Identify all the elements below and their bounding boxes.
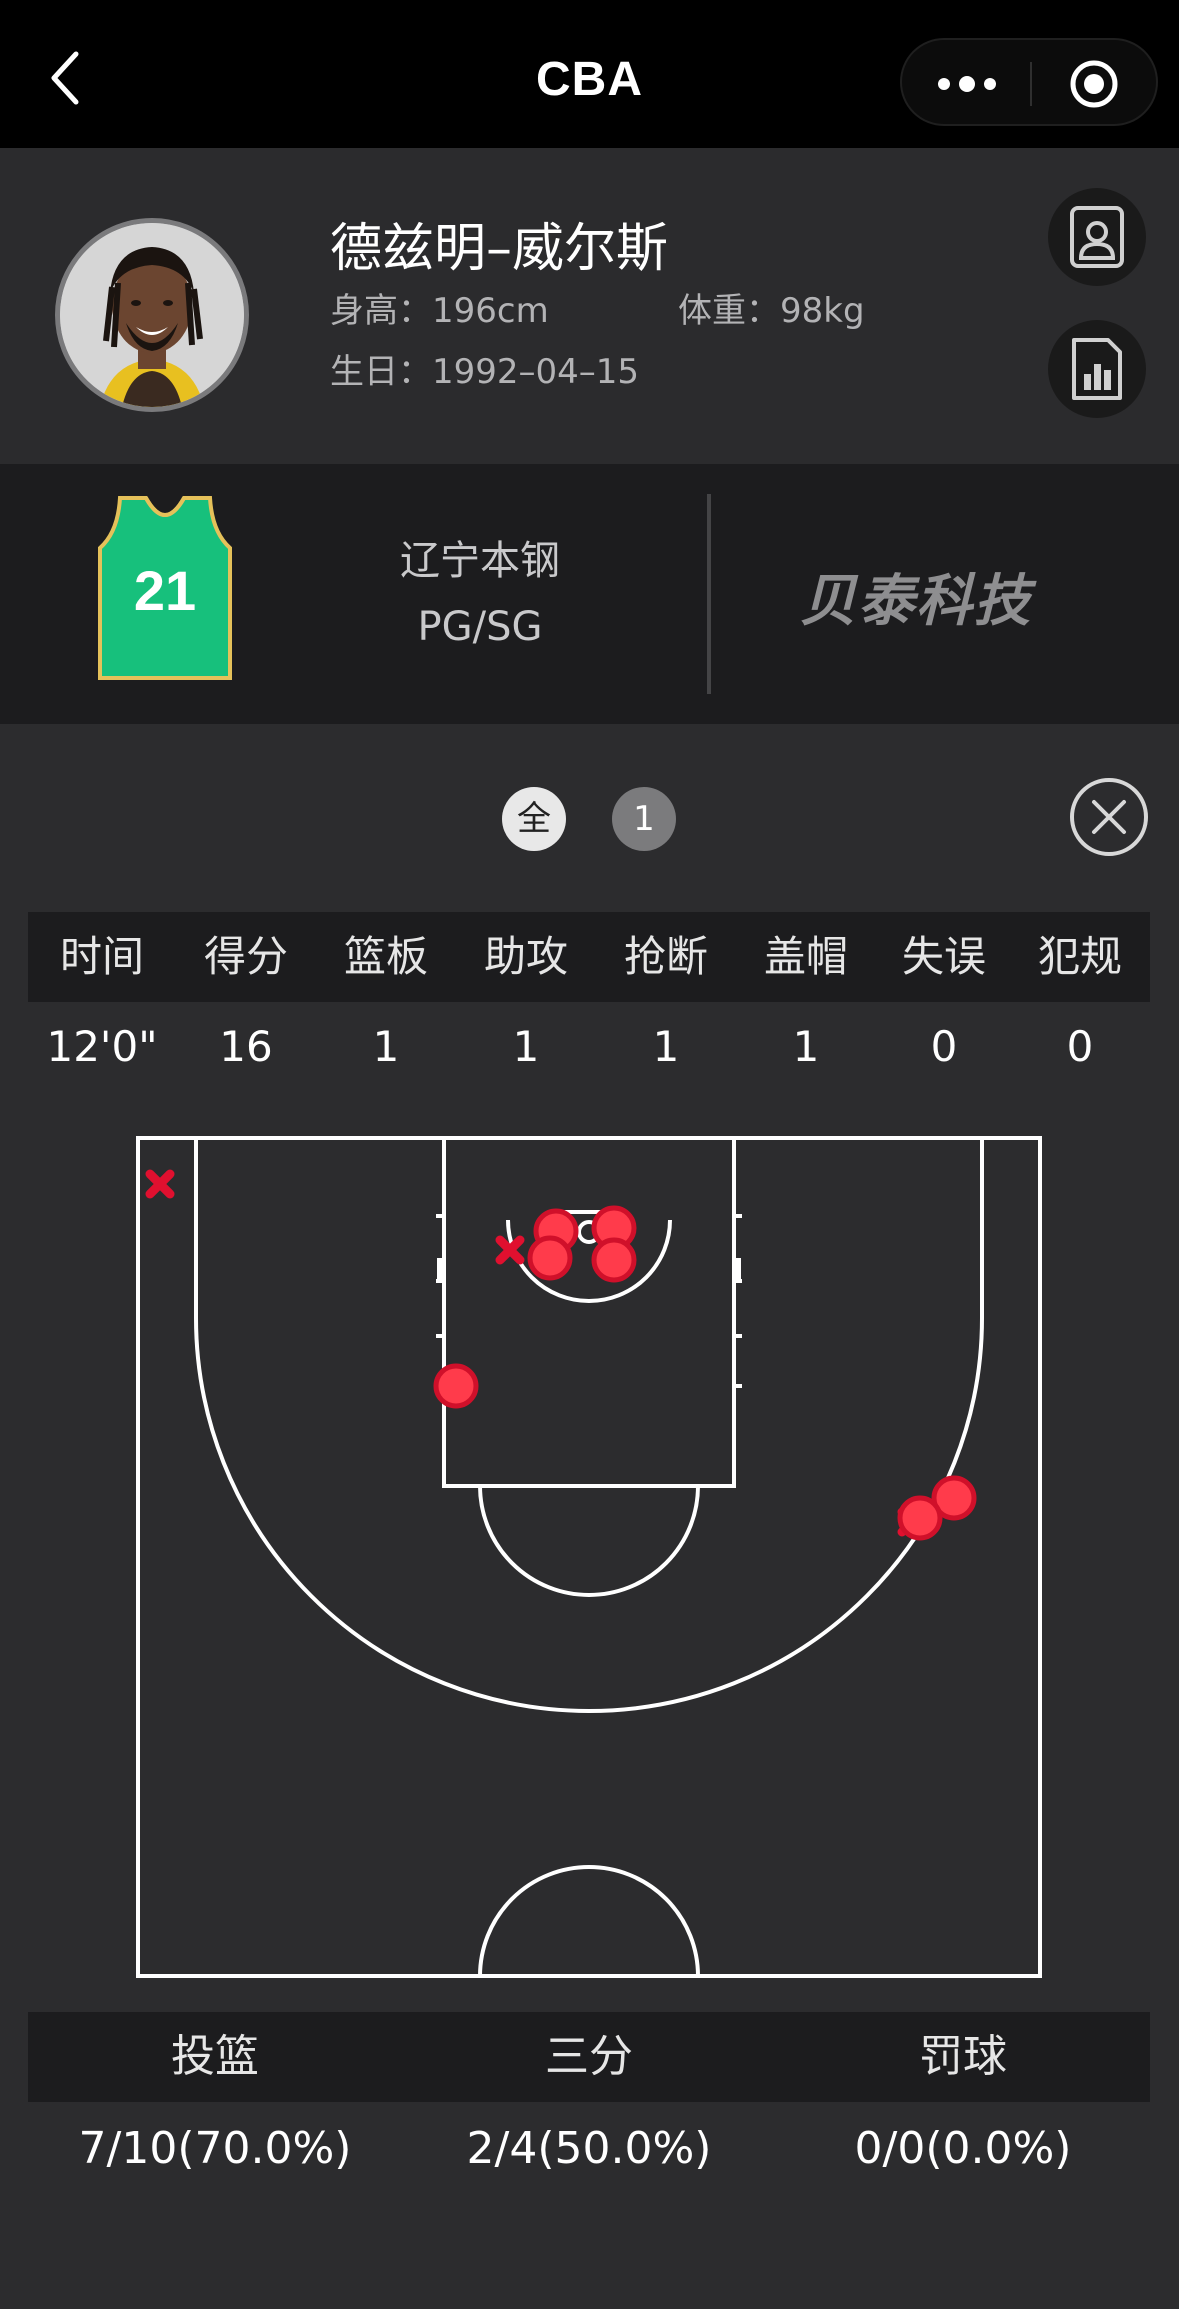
shooting-header-fg: 投篮	[171, 2031, 259, 2082]
shooting-3pt-value: 2/4(50.0%)	[466, 2123, 712, 2174]
shooting-header-3pt: 三分	[545, 2031, 633, 2082]
height-label: 身高：	[330, 291, 432, 331]
stats-fouls: 0	[1066, 1022, 1094, 1071]
player-avatar	[55, 218, 249, 412]
profile-card-icon	[1070, 206, 1124, 268]
stats-header-steals: 抢断	[623, 932, 708, 981]
mini-program-capsule	[900, 38, 1158, 126]
stats-points: 16	[219, 1022, 273, 1071]
stats-value-row: 12'0" 16 1 1 1 1 0 0	[28, 1002, 1150, 1092]
stats-blocks: 1	[792, 1022, 820, 1071]
jersey-icon: 21	[98, 496, 232, 680]
profile-button[interactable]	[1048, 188, 1146, 286]
made-shot-marker	[527, 1235, 573, 1281]
jersey-number: 21	[134, 559, 196, 622]
stats-assists: 1	[512, 1022, 540, 1071]
team-name: 辽宁本钢	[400, 538, 560, 584]
sponsor-logo: 贝泰科技	[800, 569, 1032, 634]
made-shot-marker	[433, 1363, 479, 1409]
player-position: PG/SG	[417, 604, 543, 650]
height-value: 196cm	[432, 291, 549, 331]
birthday-value: 1992–04–15	[432, 352, 640, 392]
weight-value: 98kg	[780, 291, 865, 331]
stats-header-points: 得分	[203, 932, 288, 981]
player-info-section: 德兹明–威尔斯 身高：196cm 体重：98kg 生日：1992–04–15	[0, 148, 1179, 464]
stats-turnovers: 0	[930, 1022, 958, 1071]
birthday-label: 生日：	[330, 352, 432, 392]
made-shot-marker	[897, 1495, 943, 1541]
made-shot-marker	[591, 1237, 637, 1283]
court-boundary	[136, 1136, 1042, 1978]
birthday-info: 生日：1992–04–15	[330, 344, 639, 393]
team-divider	[707, 494, 711, 694]
lane-block	[437, 1258, 444, 1280]
stats-time: 12'0"	[46, 1022, 158, 1071]
paint-area	[442, 1136, 736, 1488]
stats-rebounds: 1	[372, 1022, 400, 1071]
height-info: 身高：196cm	[330, 283, 549, 332]
weight-info: 体重：98kg	[678, 283, 865, 332]
shooting-ft-value: 0/0(0.0%)	[854, 2123, 1072, 2174]
center-circle	[478, 1865, 700, 1977]
shooting-value-row: 7/10(70.0%) 2/4(50.0%) 0/0(0.0%)	[28, 2102, 1150, 2196]
stats-report-icon	[1072, 338, 1122, 400]
period-filter-all[interactable]: 全	[502, 787, 566, 851]
close-icon[interactable]	[1068, 776, 1150, 858]
stats-header-turnovers: 失误	[901, 932, 986, 981]
period-filter-1[interactable]: 1	[612, 787, 676, 851]
stats-header-assists: 助攻	[483, 932, 568, 981]
player-photo	[60, 223, 244, 407]
shooting-header-ft: 罚球	[919, 2031, 1007, 2082]
stats-report-button[interactable]	[1048, 320, 1146, 418]
capsule-divider	[1030, 62, 1032, 106]
stats-header-rebounds: 篮板	[343, 932, 428, 981]
target-circle-icon[interactable]	[1068, 58, 1120, 110]
stats-steals: 1	[652, 1022, 680, 1071]
player-name: 德兹明–威尔斯	[330, 219, 669, 279]
top-nav-bar: CBA	[0, 0, 1179, 148]
stats-header-row: 时间 得分 篮板 助攻 抢断 盖帽 失误 犯规	[28, 912, 1150, 1002]
more-dots-icon[interactable]	[932, 68, 1002, 100]
stats-header-fouls: 犯规	[1037, 932, 1122, 981]
shooting-fg-value: 7/10(70.0%)	[78, 2123, 352, 2174]
lane-block	[734, 1258, 741, 1280]
shot-chart-court	[136, 1136, 1042, 1978]
missed-shot-marker	[145, 1169, 175, 1199]
stats-header-time: 时间	[59, 932, 144, 981]
shooting-header-row: 投篮 三分 罚球	[28, 2012, 1150, 2102]
weight-label: 体重：	[678, 291, 780, 331]
free-throw-circle	[478, 1485, 700, 1597]
stats-header-blocks: 盖帽	[763, 932, 848, 981]
team-band: 21 辽宁本钢 PG/SG 贝泰科技	[0, 464, 1179, 724]
